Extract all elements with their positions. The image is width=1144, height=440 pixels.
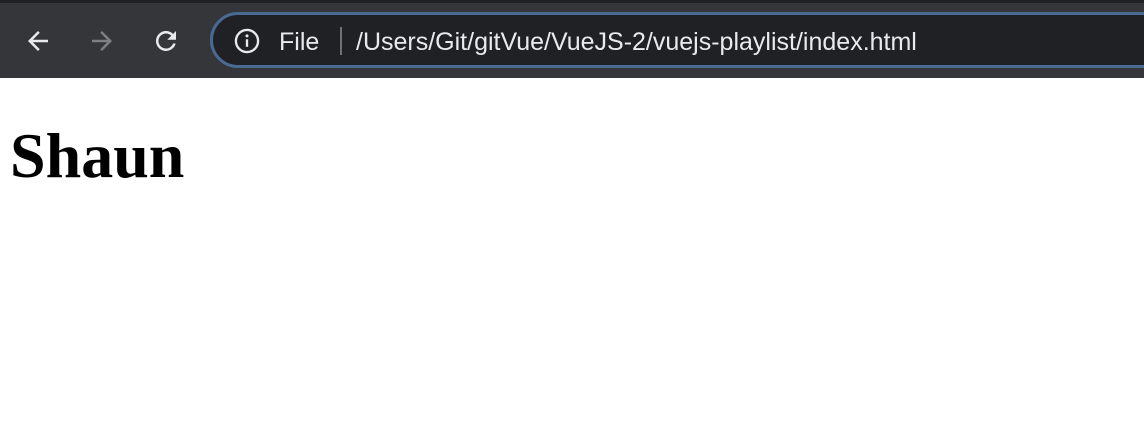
omnibox-divider xyxy=(340,27,342,55)
forward-button[interactable] xyxy=(84,23,120,59)
address-bar[interactable]: File /Users/Git/gitVue/VueJS-2/vuejs-pla… xyxy=(210,12,1144,68)
info-icon[interactable] xyxy=(233,27,261,55)
reload-icon xyxy=(155,30,176,51)
browser-toolbar: File /Users/Git/gitVue/VueJS-2/vuejs-pla… xyxy=(0,0,1144,78)
arrow-left-icon xyxy=(28,31,48,51)
url-text[interactable]: /Users/Git/gitVue/VueJS-2/vuejs-playlist… xyxy=(356,27,917,57)
page-heading: Shaun xyxy=(10,120,185,191)
arrow-right-icon xyxy=(92,31,112,51)
scheme-label: File xyxy=(279,28,320,56)
reload-button[interactable] xyxy=(148,23,184,59)
page-content: Shaun xyxy=(0,78,1144,440)
back-button[interactable] xyxy=(20,23,56,59)
